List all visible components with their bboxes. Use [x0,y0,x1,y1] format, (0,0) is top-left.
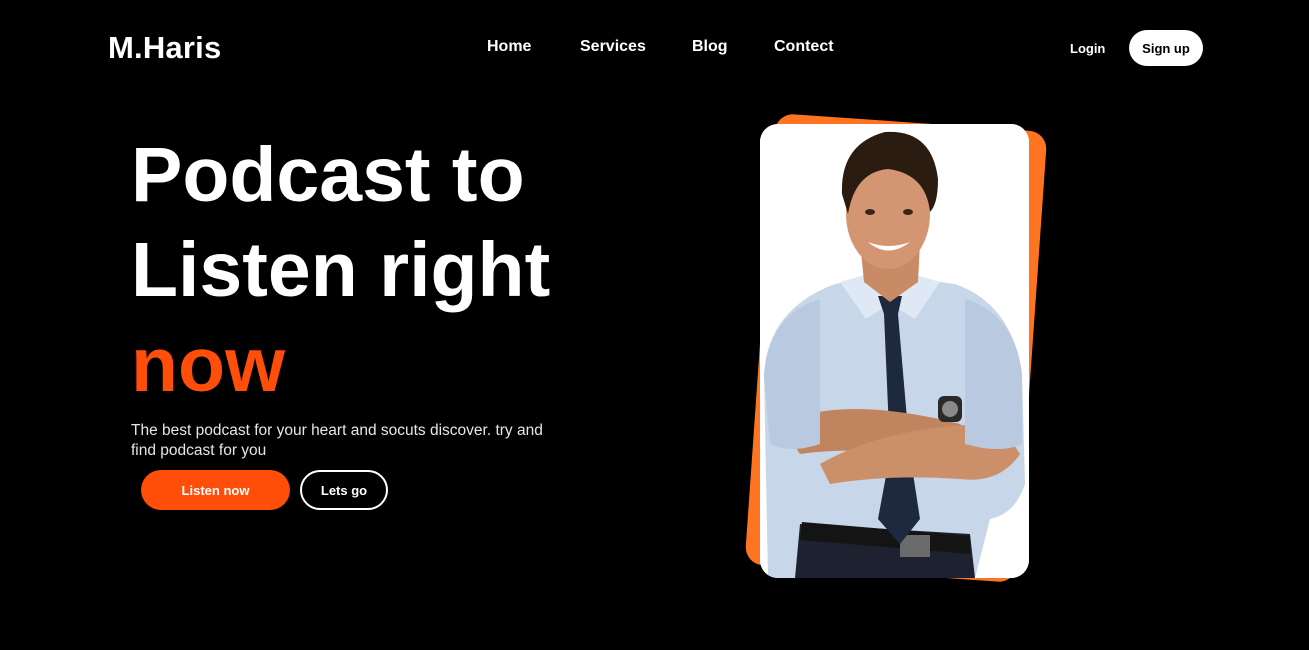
hero-title-line-1: Podcast to [131,132,525,218]
hero-title-accent: now [131,322,285,408]
hero-image-card [760,124,1029,578]
listen-now-button[interactable]: Listen now [141,470,290,510]
brand-logo[interactable]: M.Haris [108,30,221,66]
nav-contect[interactable]: Contect [774,38,834,56]
podcast-host-photo [760,124,1029,578]
lets-go-button[interactable]: Lets go [300,470,388,510]
nav-home[interactable]: Home [487,38,531,56]
hero-subtitle: The best podcast for your heart and socu… [131,422,543,459]
hero-title: Podcast to Listen right now [131,128,550,413]
nav-services[interactable]: Services [580,38,646,56]
hero-title-line-2: Listen right [131,227,551,313]
signup-button[interactable]: Sign up [1129,30,1203,66]
nav-blog[interactable]: Blog [692,38,728,56]
login-link[interactable]: Login [1070,41,1105,56]
